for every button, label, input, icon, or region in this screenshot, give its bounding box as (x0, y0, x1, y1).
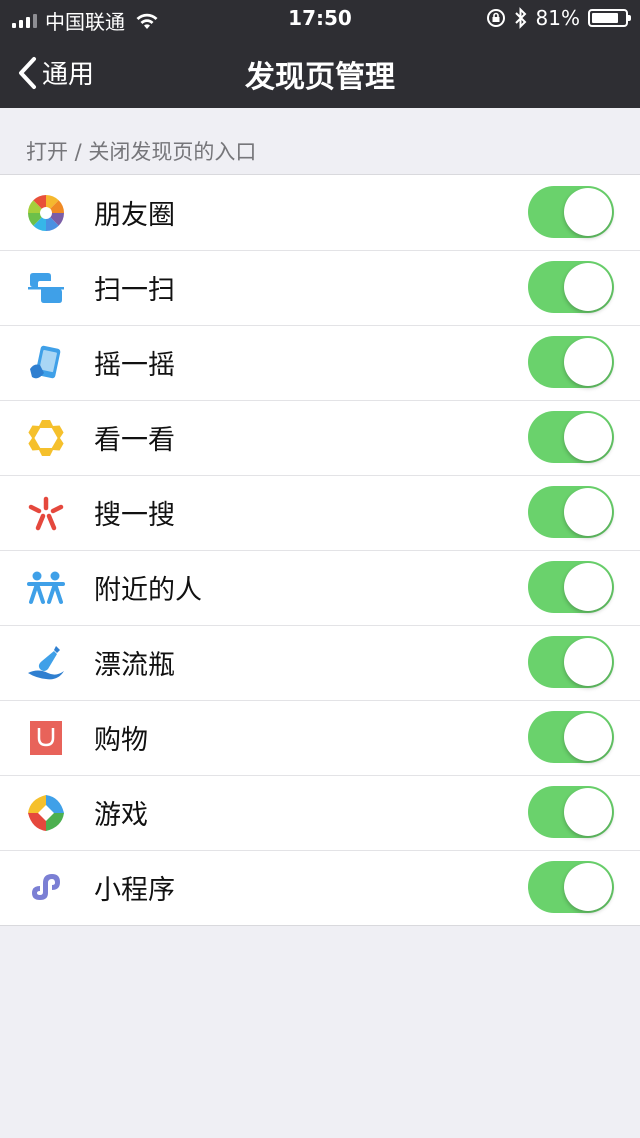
toggle-knob (564, 488, 612, 536)
list-item-moments: 朋友圈 (0, 175, 640, 250)
toggle-knob (564, 188, 612, 236)
toggle-knob (564, 413, 612, 461)
toggle-switch[interactable] (528, 636, 614, 688)
item-label: 购物 (94, 725, 148, 756)
toggle-knob (564, 713, 612, 761)
mini-programs-icon (32, 873, 60, 900)
list-item-top-stories: 看一看 (0, 400, 640, 475)
item-label: 摇一摇 (94, 350, 175, 381)
chevron-left-icon (19, 56, 36, 89)
back-label: 通用 (42, 60, 95, 90)
toggle-knob (564, 788, 612, 836)
item-label: 附近的人 (94, 575, 202, 606)
wifi-icon (136, 13, 158, 29)
navigation-bar: 通用 发现页管理 (0, 36, 640, 108)
item-label: 看一看 (94, 425, 175, 456)
carrier-name: 中国联通 (45, 10, 125, 34)
back-button[interactable]: 通用 (16, 54, 94, 91)
toggle-switch[interactable] (528, 561, 614, 613)
list-item-people-nearby: 附近的人 (0, 550, 640, 625)
drift-bottle-icon (28, 645, 64, 679)
toggle-knob (564, 338, 612, 386)
toggle-knob (564, 863, 612, 911)
item-label: 漂流瓶 (94, 650, 175, 681)
list-item-search: 搜一搜 (0, 475, 640, 550)
shopping-icon (30, 720, 62, 755)
shake-icon (30, 345, 61, 378)
list-item-drift-bottle: 漂流瓶 (0, 625, 640, 700)
battery-icon (588, 9, 631, 27)
section-header: 打开 / 关闭发现页的入口 (26, 140, 257, 164)
status-right: 81% (486, 6, 631, 30)
item-label: 小程序 (94, 875, 175, 906)
scan-icon (28, 272, 64, 303)
discover-entries-list: 朋友圈 扫一扫 摇一摇 看一看 搜一搜 附近的人 漂流瓶 购物 游戏 小程序 (0, 174, 640, 926)
battery-fill (592, 13, 618, 23)
toggle-switch[interactable] (528, 411, 614, 463)
people-nearby-icon (27, 571, 65, 604)
toggle-knob (564, 263, 612, 311)
battery-percent: 81% (535, 6, 580, 30)
item-label: 朋友圈 (94, 200, 175, 231)
bluetooth-icon (514, 7, 526, 29)
status-left: 中国联通 (12, 6, 159, 35)
top-stories-icon (28, 419, 64, 456)
toggle-knob (564, 638, 612, 686)
toggle-switch[interactable] (528, 486, 614, 538)
cellular-signal-icon (12, 13, 37, 28)
search-icon (28, 496, 64, 530)
list-item-shopping: 购物 (0, 700, 640, 775)
rotation-lock-icon (486, 9, 505, 27)
toggle-knob (564, 563, 612, 611)
toggle-switch[interactable] (528, 261, 614, 313)
games-icon (28, 794, 64, 831)
item-label: 游戏 (94, 800, 148, 831)
item-label: 扫一扫 (94, 275, 175, 306)
item-label: 搜一搜 (94, 500, 175, 531)
list-item-scan: 扫一扫 (0, 250, 640, 325)
toggle-switch[interactable] (528, 711, 614, 763)
moments-icon (28, 194, 64, 231)
list-item-shake: 摇一摇 (0, 325, 640, 400)
toggle-switch[interactable] (528, 336, 614, 388)
toggle-switch[interactable] (528, 861, 614, 913)
toggle-switch[interactable] (528, 186, 614, 238)
page-title: 发现页管理 (245, 60, 395, 95)
status-bar: 中国联通 17:50 81% (0, 0, 640, 36)
toggle-switch[interactable] (528, 786, 614, 838)
list-item-games: 游戏 (0, 775, 640, 850)
list-item-mini-programs: 小程序 (0, 850, 640, 925)
